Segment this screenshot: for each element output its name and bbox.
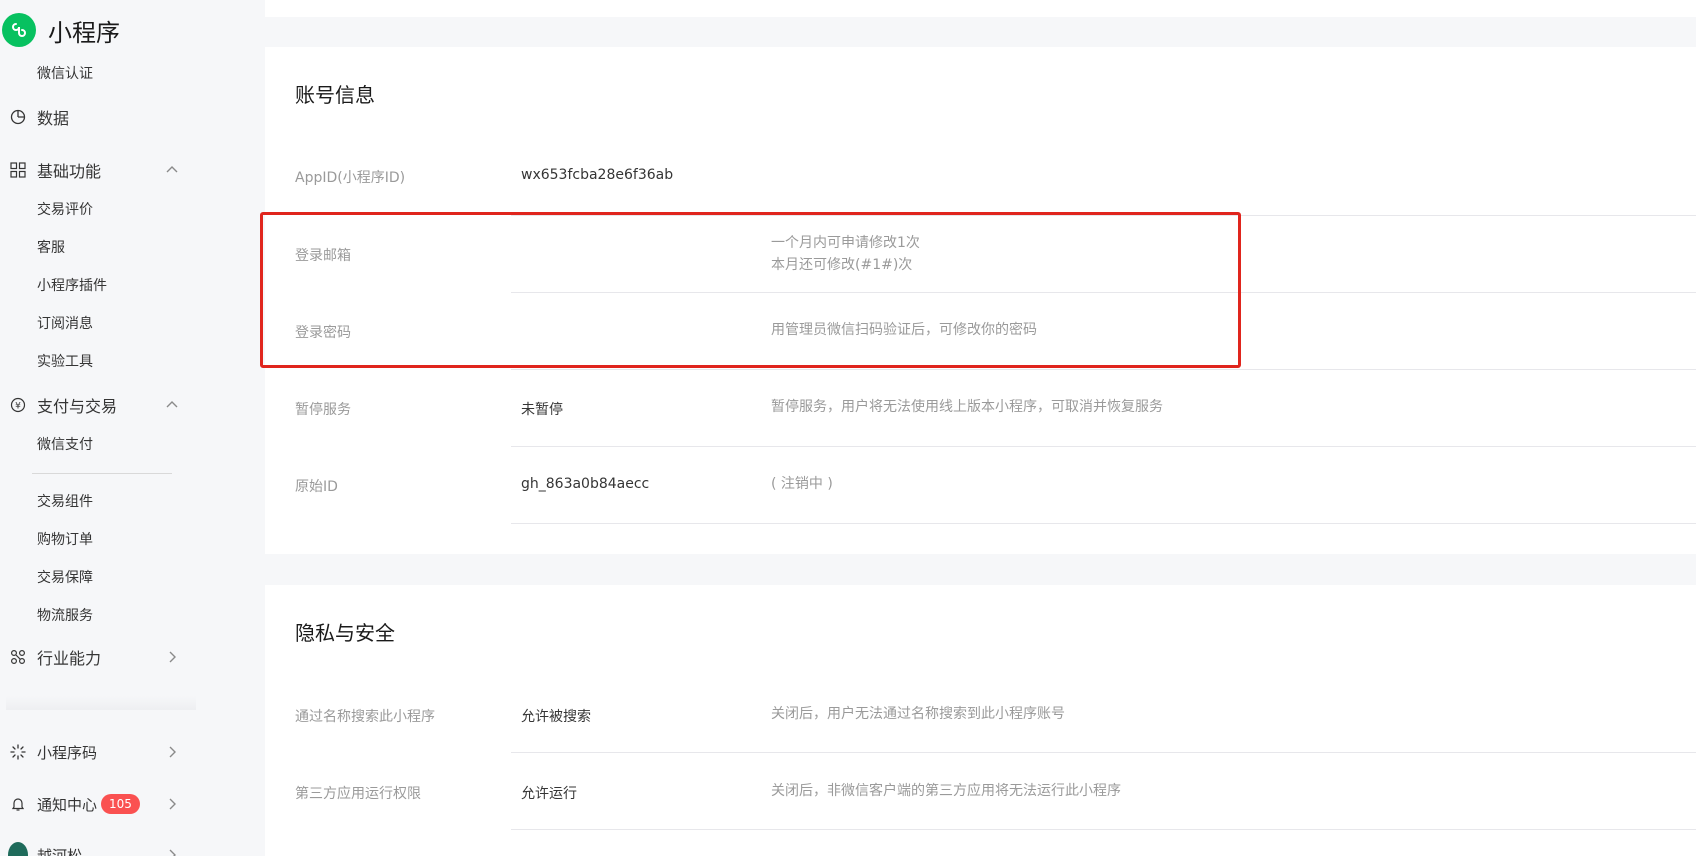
sidebar-section-label: 通知中心 [37, 795, 98, 814]
sidebar-section-qrcode[interactable]: 小程序码 [8, 737, 180, 767]
sidebar-section-label: 基础功能 [37, 162, 102, 181]
sidebar-item-subscribe-msg[interactable]: 订阅消息 [37, 314, 93, 334]
sidebar-item-customer-service[interactable]: 客服 [37, 238, 65, 258]
row-label-pause: 暂停服务 [295, 402, 351, 418]
sidebar-section-account[interactable]: 越河松 [8, 840, 180, 856]
row-divider [511, 752, 1696, 753]
row-label-search: 通过名称搜索此小程序 [295, 709, 435, 725]
brand[interactable]: 小程序 [0, 8, 120, 52]
row-label-third-party: 第三方应用运行权限 [295, 786, 421, 802]
row-label-appid: AppID(小程序ID) [295, 170, 406, 186]
yuan-icon: ¥ [8, 395, 28, 415]
row-label-original-id: 原始ID [295, 479, 338, 495]
row-divider [511, 829, 1696, 830]
sidebar-account-name: 越河松 [37, 846, 83, 856]
bell-icon [8, 794, 28, 814]
sidebar-item-plugins[interactable]: 小程序插件 [37, 276, 107, 296]
sidebar-section-label: 行业能力 [37, 649, 102, 668]
row-label-password: 登录密码 [295, 325, 351, 341]
sidebar-item-trade-guarantee[interactable]: 交易保障 [37, 568, 93, 588]
row-divider [511, 523, 1696, 524]
account-info-title: 账号信息 [295, 83, 375, 107]
row-note-third-party: 关闭后，非微信客户端的第三方应用将无法运行此小程序 [771, 783, 1121, 799]
row-divider [511, 369, 1696, 370]
row-label-email: 登录邮箱 [295, 248, 351, 264]
row-divider [511, 292, 1696, 293]
molecule-icon [8, 647, 28, 667]
row-note-pause: 暂停服务，用户将无法使用线上版本小程序，可取消并恢复服务 [771, 399, 1163, 415]
sparkle-icon [8, 742, 28, 762]
sidebar-item-trade-component[interactable]: 交易组件 [37, 492, 93, 512]
row-divider [511, 215, 1696, 216]
row-value-appid: wx653fcba28e6f36ab [521, 167, 674, 183]
sidebar-section-industry[interactable]: 行业能力 [8, 642, 180, 672]
sidebar: 小程序 微信认证 数据 基础功能 交易评价 客服 小程序插件 订阅消息 实验工具… [0, 0, 265, 856]
sidebar-section-pay[interactable]: ¥ 支付与交易 [8, 390, 180, 420]
notification-badge: 105 [101, 794, 140, 814]
sidebar-section-label: 数据 [37, 109, 70, 128]
row-value-pause: 未暂停 [521, 402, 563, 418]
pie-chart-icon [8, 107, 28, 127]
sidebar-section-label: 支付与交易 [37, 397, 118, 416]
sidebar-scroll-fade [6, 696, 196, 710]
row-divider [511, 446, 1696, 447]
chevron-up-icon[interactable] [164, 162, 180, 178]
grid-icon [8, 160, 28, 180]
row-value-search: 允许被搜索 [521, 709, 591, 725]
sidebar-item-wechat-pay[interactable]: 微信支付 [37, 435, 93, 455]
privacy-card: 隐私与安全 通过名称搜索此小程序 允许被搜索 关闭后，用户无法通过名称搜索到此小… [265, 585, 1696, 856]
privacy-title: 隐私与安全 [295, 621, 395, 645]
sidebar-section-notify[interactable]: 通知中心 105 [8, 789, 180, 819]
avatar [8, 842, 28, 856]
sidebar-section-data[interactable]: 数据 [8, 102, 180, 132]
row-note-email-2: 本月还可修改(#1#)次 [771, 257, 913, 273]
row-value-original-id: gh_863a0b84aecc [521, 476, 650, 492]
brand-title: 小程序 [48, 18, 120, 47]
sidebar-item-logistics[interactable]: 物流服务 [37, 606, 93, 626]
sidebar-section-basic[interactable]: 基础功能 [8, 155, 180, 185]
sidebar-item-trade-review[interactable]: 交易评价 [37, 200, 93, 220]
row-value-third-party: 允许运行 [521, 786, 577, 802]
chevron-right-icon[interactable] [164, 744, 180, 760]
chevron-right-icon[interactable] [164, 649, 180, 665]
row-note-email-1: 一个月内可申请修改1次 [771, 235, 920, 251]
svg-text:¥: ¥ [15, 402, 21, 412]
row-note-password: 用管理员微信扫码验证后，可修改你的密码 [771, 322, 1037, 338]
row-note-original-id: ( 注销中 ) [771, 476, 833, 492]
chevron-right-icon[interactable] [164, 847, 180, 856]
chevron-up-icon[interactable] [164, 397, 180, 413]
top-card-remnant [265, 0, 1696, 17]
sidebar-item-wechat-verify[interactable]: 微信认证 [37, 64, 93, 84]
sidebar-divider [32, 473, 172, 474]
sidebar-item-lab-tools[interactable]: 实验工具 [37, 352, 93, 372]
miniprogram-logo-icon [2, 13, 36, 47]
account-info-card: 账号信息 AppID(小程序ID) wx653fcba28e6f36ab 登录邮… [265, 47, 1696, 554]
chevron-right-icon[interactable] [164, 796, 180, 812]
sidebar-section-label: 小程序码 [37, 743, 98, 762]
row-note-search: 关闭后，用户无法通过名称搜索到此小程序账号 [771, 706, 1065, 722]
sidebar-item-orders[interactable]: 购物订单 [37, 530, 93, 550]
